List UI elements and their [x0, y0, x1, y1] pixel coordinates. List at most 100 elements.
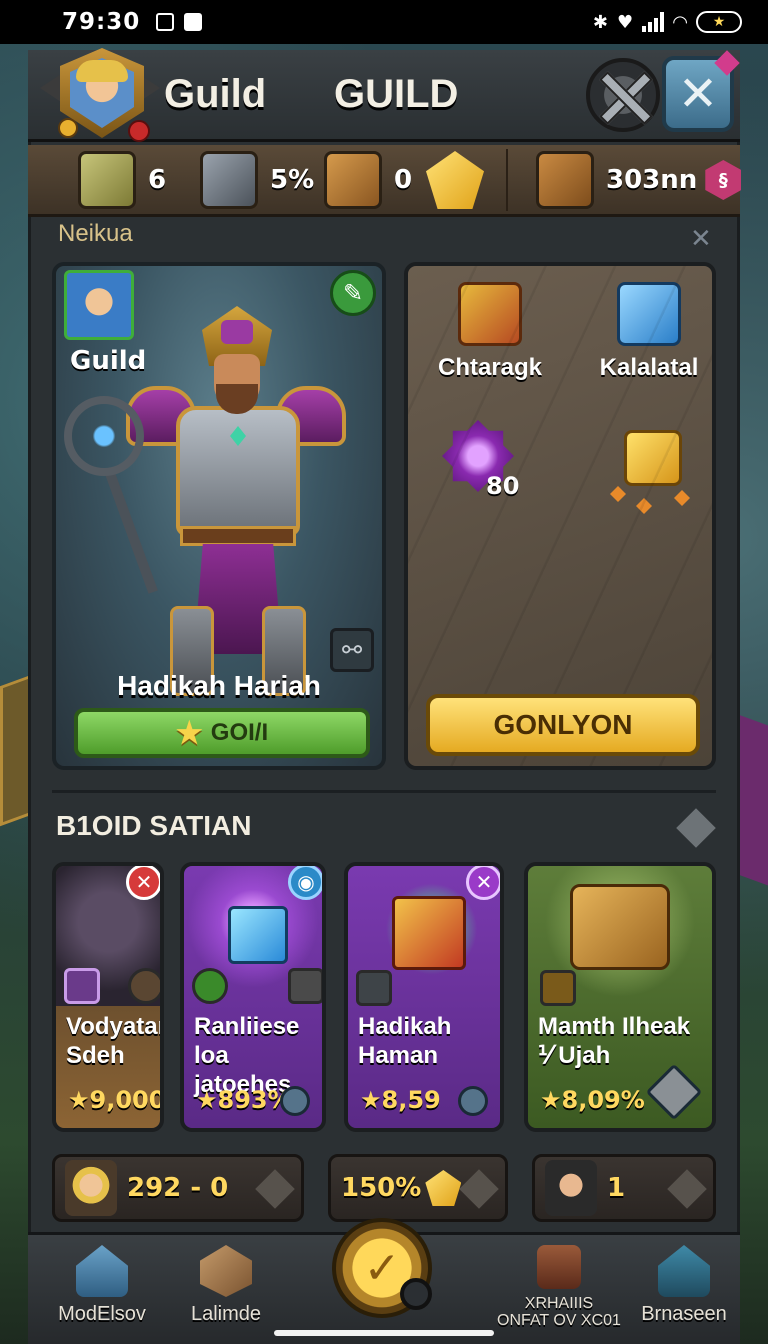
hero-character-art	[126, 306, 346, 706]
resource-value: 0	[394, 165, 413, 195]
shop-item-price: ★9,000	[68, 1086, 164, 1114]
add-icon[interactable]	[667, 1169, 707, 1209]
rank-gem-icon	[128, 120, 150, 142]
gift-box-icon	[392, 896, 466, 970]
resource-bar: 6 5% 0 303nn §	[28, 145, 742, 217]
shop-item-name-line1: Ranliiese loa	[194, 1013, 300, 1069]
shard-icon	[674, 490, 690, 506]
dismiss-icon[interactable]: ✕	[690, 224, 712, 254]
compass-icon	[128, 968, 160, 1004]
tool-icon	[288, 968, 322, 1004]
shop-item-name-line2: Sdeh	[66, 1042, 125, 1069]
shop-item-name-line1: Vodyatar	[66, 1013, 164, 1040]
add-icon[interactable]	[459, 1169, 499, 1209]
shop-item[interactable]: Mamth Ilheak ⅟ Ujah ★8,09%	[524, 862, 716, 1132]
shuriken-icon[interactable]	[645, 1063, 703, 1121]
remove-badge-icon[interactable]: ✕	[466, 866, 500, 900]
resource-crate[interactable]: 0	[324, 151, 412, 209]
metal-block-icon	[200, 151, 258, 209]
resource-value: 6	[148, 165, 167, 195]
hero-action-button[interactable]: ★ GOI/I	[74, 708, 370, 758]
resource-stone[interactable]: 6	[78, 151, 166, 209]
app-notification-icon	[184, 13, 203, 31]
resource-metal[interactable]: 5%	[200, 151, 314, 209]
nav-item-base[interactable]: Brnaseen	[622, 1245, 746, 1326]
nav-label: Brnaseen	[641, 1303, 727, 1325]
stat-value: 150%	[341, 1173, 422, 1203]
nav-item-events[interactable]: XRHAIIIS ONFAT OV XC01	[484, 1245, 634, 1329]
hero-belt	[180, 526, 296, 546]
reward-orb[interactable]	[438, 420, 518, 492]
shop-item[interactable]: ✕ Vodyatar Sdeh ★9,000	[52, 862, 164, 1132]
nav-item-home[interactable]: ModElsov	[42, 1245, 162, 1326]
reward-gold-cube[interactable]	[618, 430, 688, 486]
star-icon: ★	[175, 716, 203, 750]
close-button[interactable]: ✕	[662, 50, 740, 132]
crossed-swords-icon[interactable]	[586, 58, 660, 132]
resource-divider	[506, 149, 508, 211]
sword-icon	[64, 968, 100, 1004]
gem-stat-bar[interactable]: 150%	[328, 1154, 508, 1222]
reward-label: Kalalatal	[599, 354, 699, 381]
reward-gift[interactable]: Chtaragk	[430, 282, 550, 382]
link-icon[interactable]: ⚯	[330, 628, 374, 672]
gift-box-icon	[458, 282, 522, 346]
signal-icon	[642, 12, 665, 32]
page-title: Guild	[164, 72, 267, 116]
status-bar: 79:30 ✱ ♥ ◠ ★	[0, 0, 768, 44]
gold-gem-icon	[426, 151, 484, 209]
add-resource-icon[interactable]: §	[705, 160, 742, 200]
wifi-icon: ◠	[673, 11, 687, 33]
remove-badge-icon[interactable]: ✕	[126, 866, 160, 900]
battery-icon: ★	[696, 11, 742, 33]
add-icon[interactable]	[255, 1169, 295, 1209]
header-bar: Guild GUILD ✕	[28, 48, 740, 142]
search-icon	[400, 1278, 432, 1310]
resource-gold-gem[interactable]	[426, 151, 484, 209]
hero-action-label: GOI/I	[210, 719, 269, 746]
shard-icon	[636, 498, 652, 514]
hero-card[interactable]: Guild ✎ ⚯ Hadikah Hariah ★ GOI/I	[52, 262, 386, 770]
search-icon[interactable]	[458, 1086, 488, 1116]
stat-value: 1	[607, 1173, 626, 1203]
shop-item-name: Vodyatar Sdeh	[66, 1012, 164, 1070]
center-action-button[interactable]: ✓	[332, 1218, 432, 1318]
search-icon[interactable]	[280, 1086, 310, 1116]
crate-icon	[324, 151, 382, 209]
info-badge-icon[interactable]: ◉	[288, 866, 322, 900]
shop-item-name-line2: ⅟ Ujah	[538, 1042, 611, 1069]
nav-item-inventory[interactable]: Lalimde	[166, 1245, 286, 1326]
shop-item-name: Hadikah Haman	[358, 1012, 492, 1070]
bag-icon	[200, 1245, 252, 1297]
home-indicator[interactable]	[274, 1330, 494, 1336]
house-icon	[658, 1245, 710, 1297]
hero-stat-bar[interactable]: 292 - 0	[52, 1154, 304, 1222]
shop-item[interactable]: ◉ Ranliiese loa jatoehes ★893%	[180, 862, 326, 1132]
resource-chest[interactable]: 303nn §	[536, 151, 742, 209]
guild-portrait[interactable]	[64, 270, 134, 340]
vibrate-icon: ♥	[617, 11, 634, 33]
hero-torso	[176, 406, 300, 536]
shop-item[interactable]: ✕ Hadikah Haman ★8,59	[344, 862, 504, 1132]
orb-count: 80	[486, 472, 520, 500]
purple-orb-icon	[442, 420, 514, 492]
notification-icon	[156, 13, 175, 31]
player-avatar[interactable]	[40, 48, 164, 148]
blue-cube-icon	[617, 282, 681, 346]
shop-item-name-line1: Mamth Ilheak	[538, 1013, 691, 1040]
crate-icon	[537, 1245, 581, 1289]
shop-item-price: ★8,59	[360, 1086, 441, 1114]
collect-button[interactable]: GONLYON	[426, 694, 700, 756]
reward-label: Chtaragk	[437, 354, 543, 381]
background-banner-right	[738, 714, 768, 886]
stat-value: 292 - 0	[127, 1173, 229, 1203]
green-rune-icon	[192, 968, 228, 1004]
status-left-icons	[156, 13, 203, 31]
reward-cube[interactable]: Kalalatal	[594, 282, 704, 382]
level-gem-icon	[58, 118, 78, 138]
resource-value: 5%	[270, 165, 315, 195]
ally-stat-bar[interactable]: 1	[532, 1154, 716, 1222]
shop-item-price: ★893%	[196, 1086, 292, 1114]
bluetooth-icon: ✱	[592, 11, 609, 33]
chest-icon	[536, 151, 594, 209]
